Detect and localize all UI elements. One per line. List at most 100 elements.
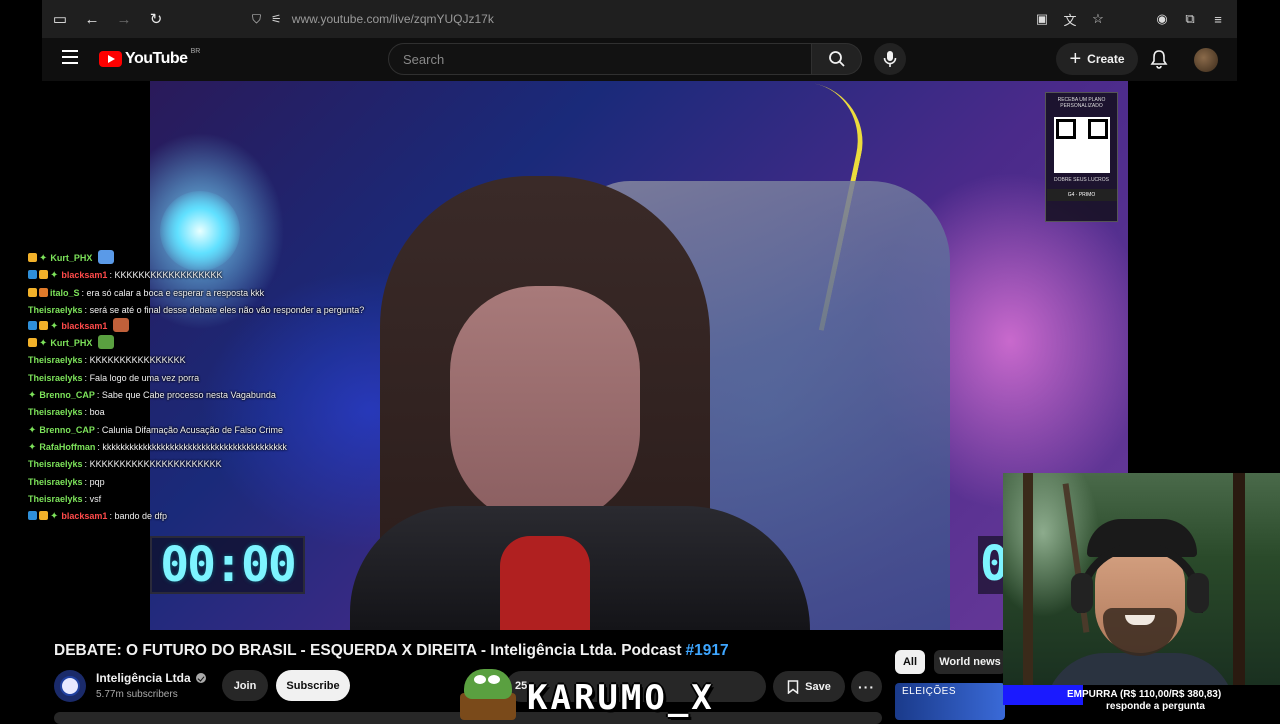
chat-message: Theisraelyks: pqp [28, 474, 378, 491]
timer-value: 00:00 [160, 537, 296, 593]
chat-text: kkkkkkkkkkkkkkkkkkkkkkkkkkkkkkkkkkkkkkkk… [102, 441, 287, 452]
crown-badge-icon [39, 270, 48, 280]
create-button[interactable]: + Create [1056, 43, 1138, 75]
chat-nick[interactable]: blacksam1 [61, 270, 107, 280]
chat-message: Theisraelyks: vsf [28, 491, 378, 508]
shield-icon[interactable]: ⛉ [252, 12, 261, 27]
qr-brands: G4 · PRIMO [1046, 189, 1117, 201]
url-text[interactable]: www.youtube.com/live/zqmYUQJz17k [292, 12, 494, 26]
streamer-webcam [1003, 473, 1280, 685]
user-avatar[interactable] [1194, 48, 1218, 72]
youtube-logo[interactable]: YouTube BR [99, 48, 200, 68]
plus-icon: + [1069, 48, 1082, 70]
chat-text: boa [89, 407, 105, 418]
channel-name-text[interactable]: Inteligência Ltda [96, 671, 191, 685]
more-actions-icon[interactable]: ··· [851, 671, 882, 702]
notifications-bell-icon[interactable] [1150, 49, 1168, 74]
like-count: 25 [515, 680, 528, 692]
chat-message: ✦ Kurt_PHX [28, 250, 378, 267]
chip-all[interactable]: All [895, 650, 925, 674]
crown-badge-icon [28, 253, 37, 262]
chat-nick[interactable]: Theisraelyks [28, 407, 83, 417]
hamburger-menu-icon[interactable] [62, 50, 78, 64]
permissions-icon[interactable]: ⚟ [271, 12, 282, 26]
chat-nick[interactable]: Brenno_CAP [39, 425, 95, 435]
logo-text: YouTube [125, 50, 188, 67]
crown-badge-icon [28, 338, 37, 348]
search-button[interactable] [812, 43, 862, 75]
chat-message: ✦ blacksam1 [28, 317, 378, 335]
menu-icon[interactable]: ≡ [1207, 6, 1229, 32]
sidebar-toggle-icon[interactable]: ▭ [46, 5, 74, 33]
chat-nick[interactable]: Theisraelyks [28, 373, 83, 383]
channel-name[interactable]: Inteligência Ltda [96, 671, 206, 685]
search-placeholder: Search [403, 52, 445, 67]
streamer-name-overlay: KARUMO_X [527, 678, 715, 718]
verified-badge-icon [28, 270, 37, 280]
chat-message: ✦ RafaHoffman: kkkkkkkkkkkkkkkkkkkkkkkkkk… [28, 439, 378, 456]
chat-nick[interactable]: blacksam1 [61, 511, 107, 521]
sub-star-icon: ✦ [28, 441, 37, 453]
channel-avatar[interactable] [54, 670, 86, 702]
countdown-timer: 00:00 [150, 536, 305, 594]
title-hashtag[interactable]: #1917 [686, 642, 729, 659]
extensions-icon[interactable]: ⧉ [1179, 6, 1201, 32]
verified-icon [195, 673, 206, 683]
chat-nick[interactable]: Theisraelyks [28, 459, 83, 469]
chat-message: Theisraelyks: será se até o final desse … [28, 304, 378, 316]
translate-icon[interactable]: 文 [1059, 6, 1081, 32]
qr-bottom-text: DOBRE SEUS LUCROS [1053, 177, 1109, 183]
reader-icon[interactable]: ▣ [1031, 6, 1053, 32]
related-video-thumbnail[interactable]: ELEIÇÕES [895, 683, 1005, 720]
chat-overlay: ✦ Kurt_PHX ✦ blacksam1: KKKKKKKKKKKKKKKKKK i… [28, 250, 378, 525]
chat-text: KKKKKKKKKKKKKKKKKKKKKK [89, 459, 222, 470]
verified-badge-icon [28, 320, 37, 330]
chat-message: ✦ blacksam1: bando de dfp [28, 508, 378, 525]
donation-goal-subtext: responde a pergunta [1106, 701, 1205, 712]
join-button[interactable]: Join [222, 670, 268, 701]
chat-text: Calunia Difamação Acusação de Falso Crim… [101, 424, 284, 435]
create-label: Create [1087, 52, 1125, 66]
back-icon[interactable]: ← [78, 5, 106, 33]
address-bar[interactable]: ⛉ ⚟ www.youtube.com/live/zqmYUQJz17k [252, 6, 1112, 32]
chat-nick[interactable]: Theisraelyks [28, 494, 83, 504]
chat-text: KKKKKKKKKKKKKKKK [89, 355, 186, 366]
chat-nick[interactable]: Brenno_CAP [39, 390, 95, 400]
reload-icon[interactable]: ↻ [142, 5, 170, 33]
chat-message: Theisraelyks: KKKKKKKKKKKKKKKKKKKKKK [28, 456, 378, 473]
chip-world-news[interactable]: World news [934, 650, 1006, 674]
chat-text: Fala logo de uma vez porra [89, 372, 200, 383]
voice-search-button[interactable] [874, 43, 906, 75]
chat-nick[interactable]: italo_S [50, 288, 80, 298]
youtube-header: YouTube BR Search + Create [42, 38, 1237, 81]
chat-message: italo_S: era só calar a boca e esperar a… [28, 285, 378, 302]
chat-nick[interactable]: Theisraelyks [28, 477, 83, 487]
pepe-emote-icon [460, 665, 516, 720]
chat-nick[interactable]: RafaHoffman [39, 442, 95, 452]
chat-nick[interactable]: Kurt_PHX [50, 338, 92, 348]
video-title-text: DEBATE: O FUTURO DO BRASIL - ESQUERDA X … [54, 642, 682, 659]
forward-icon[interactable]: → [110, 5, 138, 33]
sub-star-icon: ✦ [39, 338, 48, 350]
bookmark-star-icon[interactable]: ☆ [1087, 6, 1109, 32]
microphone-icon [883, 51, 897, 67]
chat-text: será se até o final desse debate eles nã… [89, 304, 365, 315]
crown-badge-icon [39, 320, 48, 330]
save-button[interactable]: Save [773, 671, 845, 702]
chat-nick[interactable]: blacksam1 [61, 321, 107, 331]
chat-nick[interactable]: Theisraelyks [28, 305, 83, 315]
subscribe-button[interactable]: Subscribe [276, 670, 350, 701]
sub-star-icon: ✦ [28, 390, 37, 402]
chat-message: Theisraelyks: KKKKKKKKKKKKKKKK [28, 352, 378, 369]
chat-nick[interactable]: Kurt_PHX [50, 253, 92, 263]
verified-badge-icon [28, 511, 37, 521]
account-icon[interactable]: ◉ [1151, 6, 1173, 32]
chat-message: ✦ Kurt_PHX [28, 335, 378, 352]
chat-text: Sabe que Cabe processo nesta Vagabunda [101, 390, 276, 401]
chat-text: KKKKKKKKKKKKKKKKKK [114, 270, 223, 281]
chat-nick[interactable]: Theisraelyks [28, 355, 83, 365]
crown-badge-icon [39, 511, 48, 521]
search-input[interactable]: Search [388, 43, 812, 75]
sub-star-icon: ✦ [28, 424, 37, 436]
chat-text: pqp [89, 476, 105, 487]
